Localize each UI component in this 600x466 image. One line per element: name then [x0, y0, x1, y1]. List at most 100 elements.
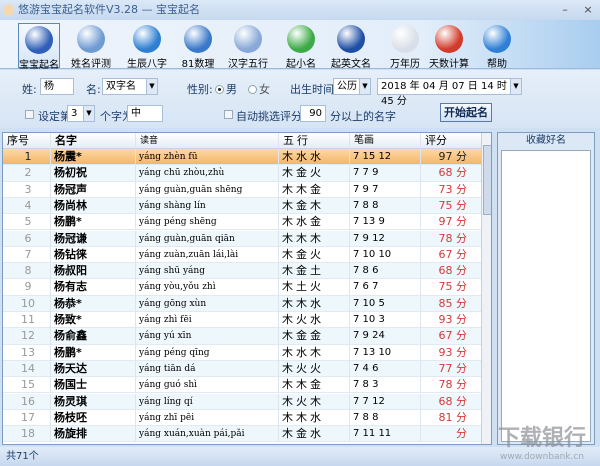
wuxing-cell: 木金火 — [279, 165, 350, 182]
table-row[interactable]: 7 杨钻徕 yáng zuàn,zuān lái,lài 木金火 7 10 10 67 分 — [3, 246, 481, 264]
table-row[interactable]: 14 杨天达 yáng tiān dá 木火火 7 4 6 77 分 — [3, 360, 481, 378]
pinyin-cell: yáng zhì fēi — [136, 312, 279, 328]
naming-form: 姓: 杨 名: 双字名 ▼ 性别: 男 女 出生时间: 公历 ▼ 2018 年 04… — [0, 70, 600, 128]
vertical-scrollbar[interactable] — [481, 133, 491, 444]
column-header[interactable]: 名字 — [51, 133, 136, 149]
name-cell: 杨鹏* — [51, 214, 136, 231]
row-index: 13 — [3, 344, 51, 361]
toolbar-label: 起小名 — [286, 59, 316, 70]
fix-position-select[interactable]: 3 ▼ — [67, 105, 95, 122]
column-header[interactable]: 笔画 — [350, 133, 421, 149]
surname-label: 姓: — [22, 83, 37, 96]
toolbar-refresh-globe-button[interactable]: 81数理 — [177, 23, 219, 70]
toolbar-cubes-button[interactable]: 起小名 — [280, 23, 322, 70]
row-index: 18 — [3, 426, 51, 443]
title-bar: 悠游宝宝起名软件V3.28 — 宝宝起名 – × — [0, 0, 600, 20]
fix-char-checkbox[interactable] — [25, 110, 34, 119]
toolbar-globe-button[interactable]: 起英文名 — [330, 23, 372, 70]
strokes-cell: 7 15 12 — [350, 149, 421, 165]
pinyin-cell: yáng gōng xùn — [136, 295, 279, 312]
auto-suffix-label: 分以上的名字 — [330, 110, 396, 123]
toolbar-label: 姓名评测 — [71, 59, 111, 70]
row-index: 3 — [3, 181, 51, 198]
toolbar-key-button[interactable]: 帮助 — [476, 23, 518, 70]
score-cell: 67 分 — [438, 247, 468, 261]
name-cell: 杨恭* — [51, 295, 136, 312]
toolbar-label: 帮助 — [487, 59, 507, 70]
score-cell: 75 分 — [438, 280, 468, 294]
favorites-title: 收藏好名 — [526, 135, 566, 146]
table-row[interactable]: 8 杨叔阳 yáng shū yáng 木金土 7 8 6 68 分 — [3, 263, 481, 280]
gender-male-radio[interactable]: 男 — [215, 81, 237, 97]
close-button[interactable]: × — [578, 0, 598, 20]
auto-score-input[interactable]: 90 — [300, 105, 326, 122]
table-row[interactable]: 10 杨恭* yáng gōng xùn 木木水 7 10 5 85 分 — [3, 295, 481, 312]
wuxing-cell: 木金金 — [279, 328, 350, 345]
table-row[interactable]: 11 杨致* yáng zhì fēi 木火水 7 10 3 93 分 — [3, 312, 481, 329]
wuxing-cell: 木金水 — [279, 426, 350, 443]
chevron-down-icon[interactable]: ▼ — [83, 106, 94, 121]
pinyin-cell: yáng zhèn fū — [136, 149, 279, 165]
name-cell: 杨初祝 — [51, 165, 136, 182]
table-row[interactable]: 16 杨灵琪 yáng líng qí 木火木 7 7 12 68 分 — [3, 393, 481, 410]
table-row[interactable]: 18 杨旋排 yáng xuán,xuàn pái,pǎi 木金水 7 11 11 分 — [3, 426, 481, 443]
pinyin-cell: yáng chū zhòu,zhù — [136, 165, 279, 182]
wuxing-cell: 木火木 — [279, 393, 350, 410]
scrollbar-thumb[interactable] — [483, 145, 491, 215]
wuxing-cell: 木火水 — [279, 312, 350, 328]
auto-pick-checkbox[interactable] — [224, 110, 233, 119]
radio-unchecked-icon — [248, 85, 257, 94]
birth-datetime-picker[interactable]: 2018 年 04 月 07 日 14 时 45 分 ▼ — [377, 78, 522, 107]
name-cell: 杨致* — [51, 312, 136, 328]
table-row[interactable]: 13 杨鹏* yáng péng qīng 木水木 7 13 10 93 分 — [3, 344, 481, 361]
toolbar-lifebuoy-button[interactable]: 天数计算 — [428, 23, 470, 70]
toolbar-user-chat-button[interactable]: 生辰八字 — [126, 23, 168, 70]
surname-input[interactable]: 杨 — [40, 78, 74, 95]
chevron-down-icon[interactable]: ▼ — [146, 79, 157, 94]
fix-char-input[interactable]: 中 — [127, 105, 163, 122]
favorites-list[interactable] — [501, 150, 591, 442]
toolbar-document-search-button[interactable]: 汉字五行 — [227, 23, 269, 70]
name-cell: 杨鹏* — [51, 344, 136, 361]
pinyin-cell: yáng shū yáng — [136, 263, 279, 280]
name-cell: 杨旋排 — [51, 426, 136, 443]
name-type-select[interactable]: 双字名 ▼ — [102, 78, 158, 95]
table-row[interactable]: 17 杨枝呸 yáng zhī pēi 木木水 7 8 8 81 分 — [3, 409, 481, 427]
table-row[interactable]: 15 杨国士 yáng guó shì 木木金 7 8 3 78 分 — [3, 377, 481, 394]
minimize-button[interactable]: – — [555, 0, 575, 20]
column-header[interactable]: 读音 — [136, 133, 279, 149]
birth-label: 出生时间: — [290, 83, 338, 96]
calendar-type-value: 公历 — [337, 81, 357, 92]
table-row[interactable]: 1 杨震* yáng zhèn fū 木水水 7 15 12 97 分 — [3, 149, 481, 166]
chevron-down-icon[interactable]: ▼ — [510, 79, 521, 94]
column-header[interactable]: 评分 — [421, 133, 481, 149]
strokes-cell: 7 10 5 — [350, 295, 421, 312]
table-row[interactable]: 3 杨冠声 yáng guàn,guān shēng 木木金 7 9 7 73 分 — [3, 181, 481, 198]
table-row[interactable]: 6 杨冠谦 yáng guàn,guān qiān 木木木 7 9 12 78 分 — [3, 230, 481, 247]
row-index: 11 — [3, 312, 51, 328]
male-label: 男 — [226, 83, 237, 96]
row-index: 10 — [3, 295, 51, 312]
toolbar-faces-button[interactable]: 姓名评测 — [70, 23, 112, 70]
table-row[interactable]: 2 杨初祝 yáng chū zhòu,zhù 木金火 7 7 9 68 分 — [3, 165, 481, 182]
gender-female-radio[interactable]: 女 — [248, 81, 270, 97]
table-row[interactable]: 9 杨有志 yáng yòu,yǒu zhì 木土火 7 6 7 75 分 — [3, 279, 481, 296]
start-naming-button[interactable]: 开始起名 — [440, 103, 492, 122]
female-label: 女 — [259, 83, 270, 96]
table-row[interactable]: 12 杨俞鑫 yáng yú xīn 木金金 7 9 24 67 分 — [3, 328, 481, 345]
column-header[interactable]: 五行 — [279, 133, 350, 149]
toolbar-calendar-button[interactable]: 万年历 — [384, 23, 426, 70]
column-header[interactable]: 序号 — [3, 133, 51, 149]
strokes-cell: 7 13 9 — [350, 214, 421, 231]
wuxing-cell: 木木木 — [279, 230, 350, 247]
strokes-cell: 7 9 12 — [350, 230, 421, 247]
table-row[interactable]: 4 杨尚林 yáng shàng lín 木金木 7 8 8 75 分 — [3, 197, 481, 215]
cubes-icon — [287, 25, 315, 53]
toolbar-accessibility-button[interactable]: 宝宝起名 — [18, 23, 60, 71]
table-row[interactable]: 5 杨鹏* yáng péng shēng 木水金 7 13 9 97 分 — [3, 214, 481, 231]
fix-position-value: 3 — [71, 108, 78, 119]
chevron-down-icon[interactable]: ▼ — [359, 79, 370, 94]
calendar-type-select[interactable]: 公历 ▼ — [333, 78, 371, 95]
gender-label: 性别: — [187, 83, 213, 96]
wuxing-cell: 木水金 — [279, 214, 350, 231]
